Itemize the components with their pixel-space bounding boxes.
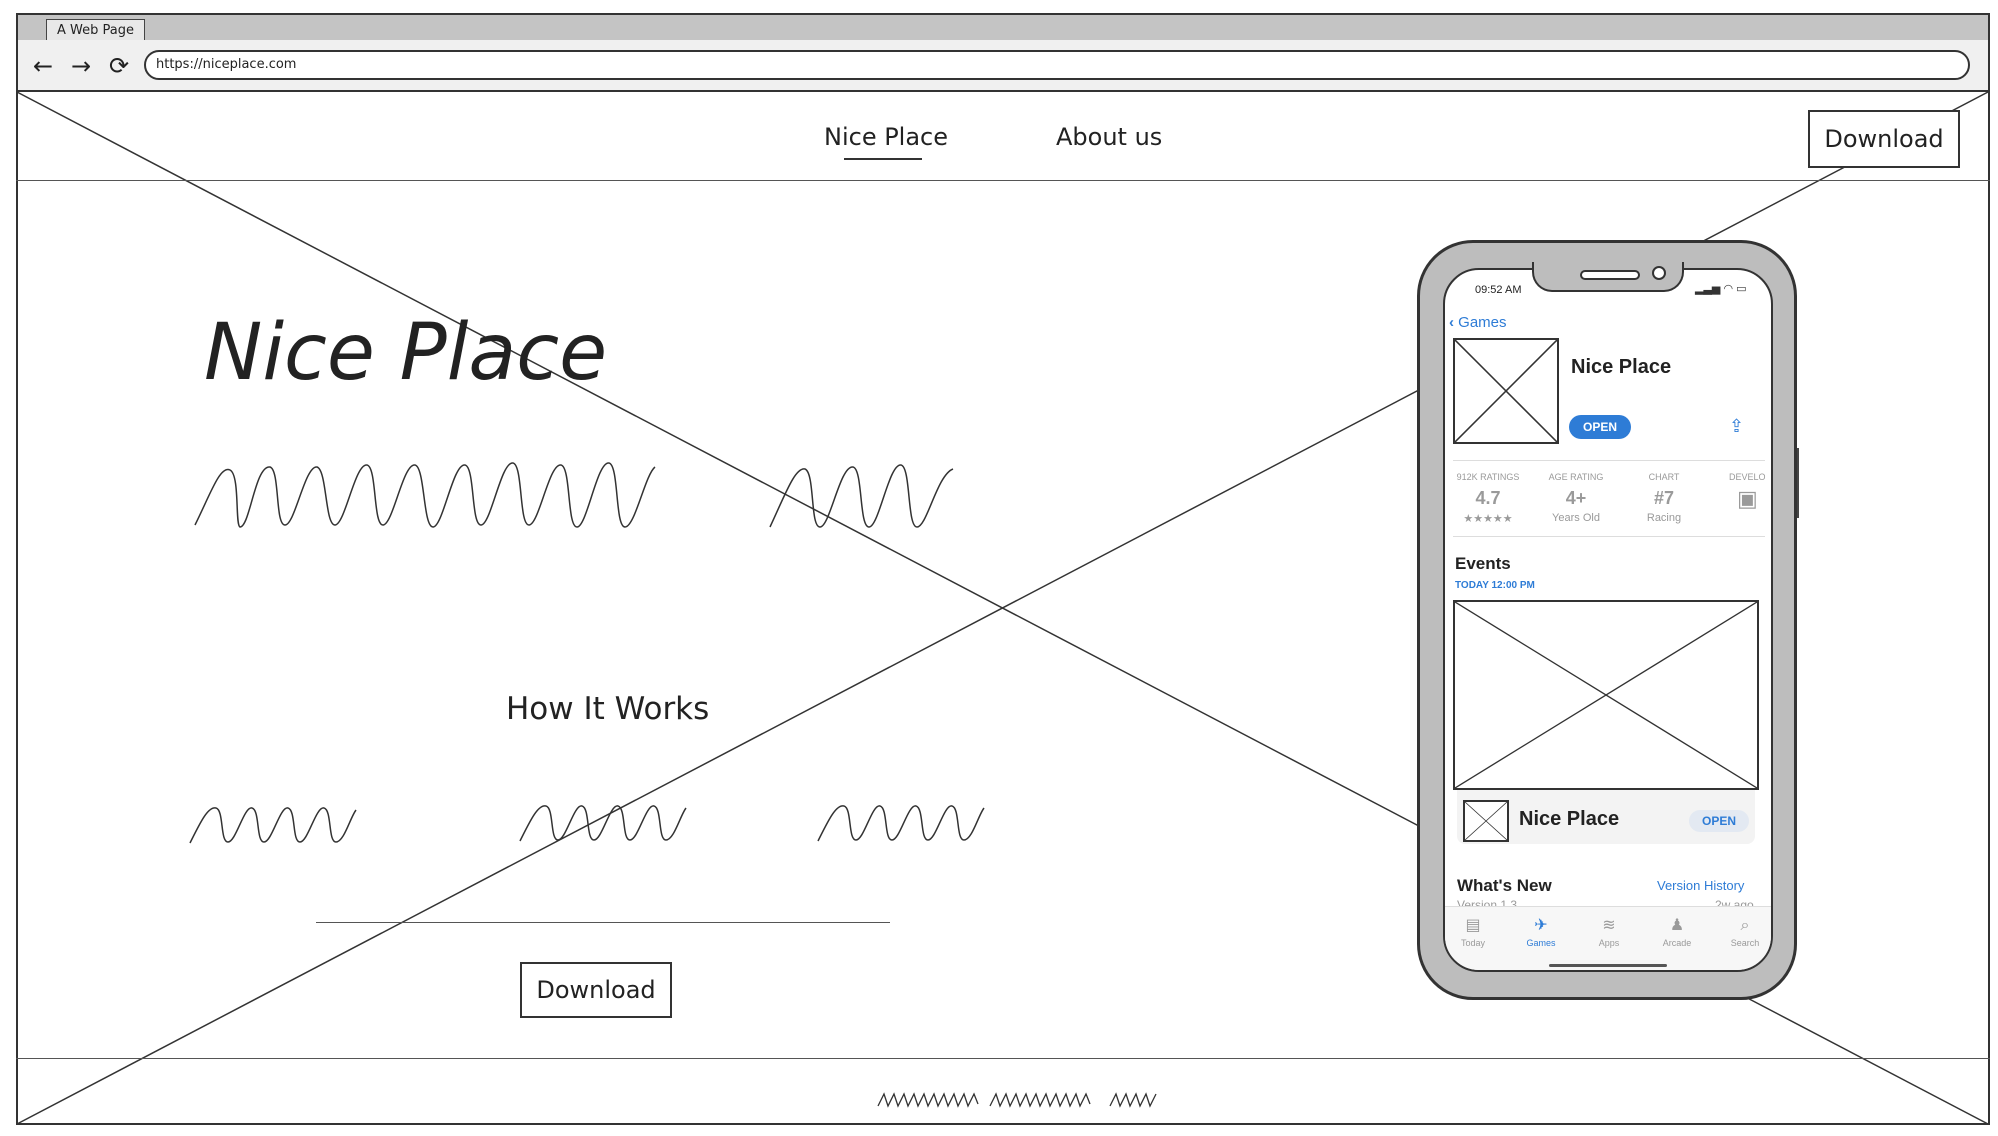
stat-sub: Years Old [1552, 512, 1600, 524]
event-app-name: Nice Place [1519, 808, 1620, 830]
stat-sub: ★★★★★ [1463, 513, 1513, 525]
stat-label: AGE RATING [1548, 472, 1604, 482]
phone-screen: 09:52 AM ▂▃▅ ◠ ▭ ‹ Games Nice Place OPEN… [1443, 268, 1773, 972]
wifi-icon: ◠ [1723, 283, 1734, 295]
rocket-icon: ✈ [1534, 915, 1548, 934]
stat-value: 4.7 [1475, 488, 1501, 508]
stat-label: CHART [1648, 472, 1680, 482]
stat-value: #7 [1653, 488, 1675, 508]
nav-link-about-us[interactable]: About us [1056, 122, 1162, 152]
app-name: Nice Place [1571, 356, 1672, 378]
tab-search[interactable]: Search [1725, 938, 1765, 948]
home-indicator [1549, 964, 1667, 967]
events-divider [1453, 536, 1765, 537]
hero-scribble-text [194, 462, 954, 528]
how-it-works-heading: How It Works [506, 691, 710, 727]
event-time: TODAY 12:00 PM [1455, 580, 1535, 591]
event-open-button[interactable]: OPEN [1689, 810, 1749, 832]
step-1-scribble [189, 807, 357, 844]
section-divider [316, 922, 890, 923]
status-time: 09:52 AM [1475, 284, 1522, 296]
footer-divider [16, 1058, 1990, 1059]
back-label: Games [1458, 314, 1507, 331]
stat-label: DEVELO [1729, 472, 1766, 482]
header-divider [16, 180, 1990, 181]
phone-speaker [1580, 270, 1640, 280]
event-app-icon-placeholder [1463, 800, 1509, 842]
share-icon[interactable]: ⇪ [1729, 416, 1744, 437]
event-image-placeholder[interactable] [1453, 600, 1759, 790]
stat-value: 4+ [1565, 488, 1587, 508]
step-2-scribble [519, 805, 687, 842]
layers-icon: ≋ [1602, 915, 1616, 934]
phone-camera [1652, 266, 1666, 280]
today-icon: ▤ [1465, 915, 1481, 934]
whats-new-heading: What's New [1457, 876, 1552, 895]
joystick-icon: ♟ [1669, 915, 1685, 934]
hero-title: Nice Place [204, 308, 608, 398]
tab-apps[interactable]: Apps [1589, 938, 1629, 948]
search-icon: ⌕ [1740, 915, 1750, 934]
developer-icon: ▣ [1737, 486, 1758, 511]
back-to-games-link[interactable]: ‹ Games [1449, 314, 1507, 331]
events-heading: Events [1455, 554, 1511, 573]
nav-active-underline [844, 158, 922, 160]
tab-games[interactable]: Games [1521, 938, 1561, 948]
chevron-left-icon: ‹ [1449, 314, 1454, 331]
tab-today[interactable]: Today [1453, 938, 1493, 948]
footer-scribble [877, 1092, 1157, 1108]
download-button[interactable]: Download [520, 962, 672, 1018]
stat-sub: Racing [1646, 512, 1682, 524]
stats-divider [1453, 460, 1765, 461]
status-icons: ▂▃▅ ◠ ▭ [1695, 282, 1747, 295]
signal-icon: ▂▃▅ [1695, 283, 1721, 295]
header-download-button[interactable]: Download [1808, 110, 1960, 168]
open-button[interactable]: OPEN [1569, 415, 1631, 439]
app-icon-placeholder [1453, 338, 1559, 444]
version-history-link[interactable]: Version History [1657, 878, 1744, 893]
stat-label: 912K RATINGS [1456, 472, 1520, 482]
battery-icon: ▭ [1736, 283, 1747, 295]
step-3-scribble [817, 805, 985, 842]
nav-link-nice-place[interactable]: Nice Place [824, 122, 948, 152]
tab-arcade[interactable]: Arcade [1657, 938, 1697, 948]
